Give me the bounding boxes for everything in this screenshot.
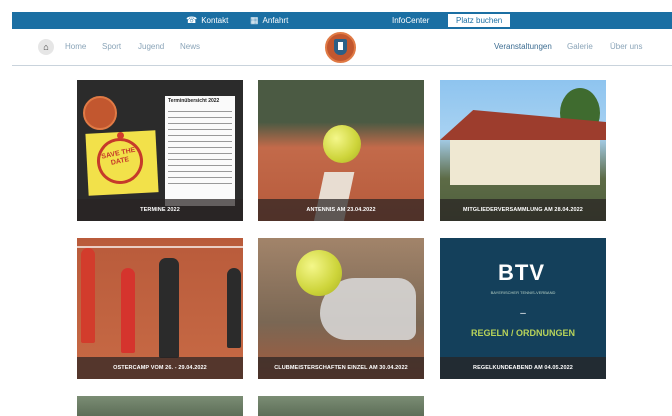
tile-termine[interactable]: Terminübersicht 2022 SAVE THE DATE TERMI… — [77, 80, 243, 221]
kontakt-link[interactable]: ☎ Kontakt — [186, 12, 228, 29]
shield-icon — [334, 39, 347, 55]
phone-icon: ☎ — [186, 15, 198, 25]
anfahrt-link[interactable]: ▦ Anfahrt — [250, 12, 288, 29]
tile-caption: MITGLIEDERVERSAMMLUNG AM 28.04.2022 — [440, 199, 606, 221]
nav-item-sport[interactable]: Sport — [102, 42, 121, 51]
map-icon: ▦ — [250, 15, 259, 25]
tile-clubmeisterschaften[interactable]: CLUBMEISTERSCHAFTEN EINZEL AM 30.04.2022 — [258, 238, 424, 379]
club-logo[interactable] — [325, 32, 356, 63]
board-title: Terminübersicht 2022 — [168, 98, 220, 104]
tile-antennis[interactable]: ANTENNIS AM 23.04.2022 — [258, 80, 424, 221]
anfahrt-label: Anfahrt — [262, 16, 289, 25]
tennis-ball-image — [323, 125, 361, 163]
nav-item-home[interactable]: Home — [65, 42, 86, 51]
divider-dash: – — [520, 308, 526, 319]
nav-item-galerie[interactable]: Galerie — [567, 42, 593, 51]
pin-icon — [117, 132, 124, 139]
tile-partial[interactable] — [77, 396, 243, 416]
club-logo-image — [83, 96, 117, 130]
nav-item-jugend[interactable]: Jugend — [138, 42, 164, 51]
tile-partial[interactable] — [258, 396, 424, 416]
tennis-ball-image — [296, 250, 342, 296]
btv-subtitle: BAYERISCHER TENNIS-VERBAND — [490, 290, 556, 295]
tile-caption: CLUBMEISTERSCHAFTEN EINZEL AM 30.04.2022 — [258, 357, 424, 379]
nav-item-veranstaltungen[interactable]: Veranstaltungen — [494, 42, 552, 51]
tile-caption: TERMINE 2022 — [77, 199, 243, 221]
schedule-board: Terminübersicht 2022 — [165, 96, 235, 206]
tile-caption: OSTERCAMP VOM 26. - 29.04.2022 — [77, 357, 243, 379]
infocenter-link[interactable]: InfoCenter — [392, 12, 429, 29]
tile-ostercamp[interactable]: OSTERCAMP VOM 26. - 29.04.2022 — [77, 238, 243, 379]
tile-regelkundeabend[interactable]: BTV BAYERISCHER TENNIS-VERBAND – REGELN … — [440, 238, 606, 379]
regeln-heading: REGELN / ORDNUNGEN — [470, 328, 575, 338]
tile-caption: ANTENNIS AM 23.04.2022 — [258, 199, 424, 221]
main-nav: ⌂ Home Sport Jugend News Veranstaltungen… — [12, 29, 672, 66]
kontakt-label: Kontakt — [201, 16, 229, 25]
tile-caption: REGELKUNDEABEND AM 04.05.2022 — [440, 357, 606, 379]
nav-item-ueber-uns[interactable]: Über uns — [610, 42, 642, 51]
platz-buchen-button[interactable]: Platz buchen — [448, 14, 511, 27]
nav-item-news[interactable]: News — [180, 42, 200, 51]
tile-mitgliederversammlung[interactable]: MITGLIEDERVERSAMMLUNG AM 28.04.2022 — [440, 80, 606, 221]
btv-logo: BTV — [498, 260, 545, 285]
top-bar: ☎ Kontakt ▦ Anfahrt InfoCenter Platz buche… — [12, 12, 672, 29]
clubhouse-image — [450, 140, 600, 185]
home-icon[interactable]: ⌂ — [38, 39, 54, 55]
